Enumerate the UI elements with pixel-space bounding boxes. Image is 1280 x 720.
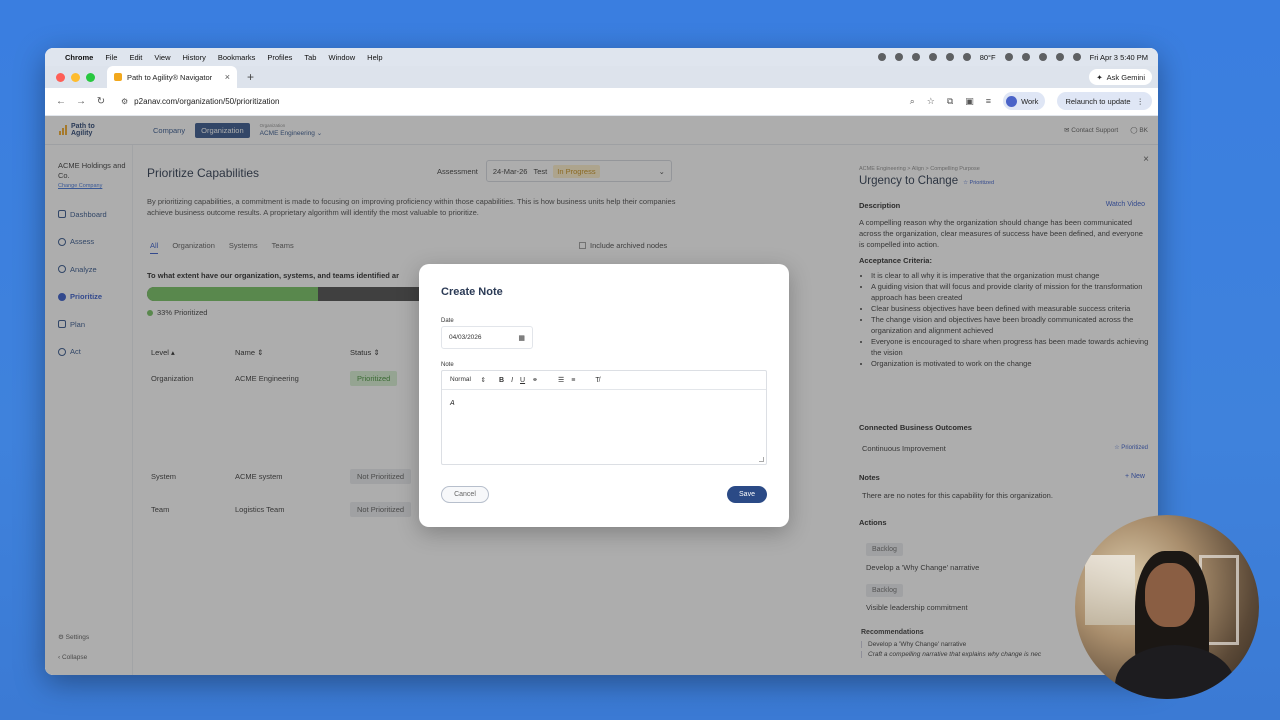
profile-label: Work [1021, 96, 1039, 106]
favicon-icon [114, 73, 122, 81]
profile-avatar [1006, 95, 1018, 107]
webcam-person-body [1115, 645, 1235, 699]
calendar-icon[interactable]: ▦ [518, 334, 525, 342]
relaunch-label: Relaunch to update [1065, 96, 1131, 106]
status-icon[interactable] [962, 53, 971, 61]
italic-icon[interactable]: I [511, 377, 513, 384]
menu-app-name[interactable]: Chrome [65, 53, 93, 62]
reload-icon[interactable]: ↻ [91, 96, 111, 107]
note-editor[interactable]: Normal ⇕ B I U ⚭ ☰ ≡ T̸ A [441, 370, 767, 465]
note-label: Note [441, 362, 454, 368]
menu-profiles[interactable]: Profiles [267, 53, 292, 62]
create-note-dialog: Create Note Date 04/03/2026 ▦ Note Norma… [419, 264, 789, 527]
menu-help[interactable]: Help [367, 53, 382, 62]
menu-file[interactable]: File [105, 53, 117, 62]
underline-icon[interactable]: U [520, 377, 525, 384]
dialog-title: Create Note [441, 286, 503, 298]
resize-handle-icon[interactable] [759, 457, 764, 462]
reading-list-icon[interactable]: ≡ [986, 96, 991, 106]
status-icon[interactable] [1021, 53, 1030, 61]
editor-toolbar: Normal ⇕ B I U ⚭ ☰ ≡ T̸ [442, 371, 766, 390]
browser-tab[interactable]: Path to Agility® Navigator × [107, 66, 237, 88]
back-icon[interactable]: ← [51, 96, 71, 107]
status-icon[interactable] [1004, 53, 1013, 61]
more-menu-icon[interactable]: ⋮ [1137, 97, 1145, 106]
search-icon[interactable] [1055, 53, 1064, 61]
zoom-icon[interactable]: ⌕ [910, 96, 915, 107]
date-value: 04/03/2026 [449, 334, 482, 341]
bold-icon[interactable]: B [499, 377, 504, 384]
gemini-icon: ✦ [1096, 72, 1103, 82]
link-icon[interactable]: ⚭ [532, 376, 538, 384]
save-button[interactable]: Save [727, 486, 767, 503]
forward-icon[interactable]: → [71, 96, 91, 107]
date-field[interactable]: 04/03/2026 ▦ [441, 326, 533, 349]
menu-view[interactable]: View [154, 53, 170, 62]
control-center-icon[interactable] [1072, 53, 1081, 61]
close-window-button[interactable] [56, 72, 65, 82]
cancel-button[interactable]: Cancel [441, 486, 489, 503]
minimize-window-button[interactable] [71, 72, 80, 82]
tab-search-icon[interactable]: ▣ [965, 96, 974, 107]
menu-bookmarks[interactable]: Bookmarks [218, 53, 256, 62]
status-icon[interactable] [911, 53, 920, 61]
ask-gemini-button[interactable]: ✦ Ask Gemini [1089, 69, 1152, 85]
select-arrows-icon: ⇕ [480, 377, 486, 384]
address-bar: ← → ↻ ⚙ p2anav.com/organization/50/prior… [45, 88, 1158, 116]
browser-window: Chrome File Edit View History Bookmarks … [45, 48, 1158, 675]
weather-text[interactable]: 80°F [980, 53, 996, 62]
tab-title: Path to Agility® Navigator [127, 72, 213, 82]
bookmark-star-icon[interactable]: ☆ [927, 96, 935, 107]
ordered-list-icon[interactable]: ☰ [558, 376, 564, 384]
status-icon[interactable] [894, 53, 903, 61]
note-text[interactable]: A [450, 400, 455, 407]
status-icon[interactable] [945, 53, 954, 61]
window-controls [56, 72, 95, 82]
menu-edit[interactable]: Edit [129, 53, 142, 62]
maximize-window-button[interactable] [86, 72, 95, 82]
site-info-icon[interactable]: ⚙ [121, 97, 128, 106]
menu-tab[interactable]: Tab [304, 53, 316, 62]
status-icon[interactable] [928, 53, 937, 61]
close-tab-icon[interactable]: × [225, 72, 230, 82]
webcam-background-window [1085, 555, 1135, 625]
mac-menubar: Chrome File Edit View History Bookmarks … [45, 48, 1158, 66]
wifi-icon[interactable] [1038, 53, 1047, 61]
date-label: Date [441, 318, 454, 324]
profile-button[interactable]: Work [1003, 92, 1046, 110]
menu-history[interactable]: History [183, 53, 206, 62]
status-icon[interactable] [877, 53, 886, 61]
new-tab-button[interactable]: + [247, 70, 254, 84]
format-select[interactable]: Normal ⇕ [450, 376, 486, 384]
clear-format-icon[interactable]: T̸ [595, 377, 599, 384]
bullet-list-icon[interactable]: ≡ [571, 377, 575, 384]
ask-gemini-label: Ask Gemini [1106, 72, 1145, 82]
address-bar-actions: ⌕ ☆ ⧉ ▣ ≡ Work Relaunch to update ⋮ [910, 92, 1152, 110]
webcam-overlay [1075, 515, 1259, 699]
extensions-icon[interactable]: ⧉ [947, 96, 953, 107]
webcam-person-face [1145, 563, 1195, 627]
relaunch-button[interactable]: Relaunch to update ⋮ [1057, 92, 1152, 110]
menubar-tray: 80°F Fri Apr 3 5:40 PM [877, 48, 1148, 66]
url-text: p2anav.com/organization/50/prioritizatio… [134, 97, 280, 106]
menubar-clock[interactable]: Fri Apr 3 5:40 PM [1090, 53, 1148, 62]
format-value: Normal [450, 376, 471, 383]
tab-strip: Path to Agility® Navigator × + ✦ Ask Gem… [45, 66, 1158, 88]
url-field[interactable]: ⚙ p2anav.com/organization/50/prioritizat… [121, 97, 279, 106]
menu-window[interactable]: Window [328, 53, 355, 62]
